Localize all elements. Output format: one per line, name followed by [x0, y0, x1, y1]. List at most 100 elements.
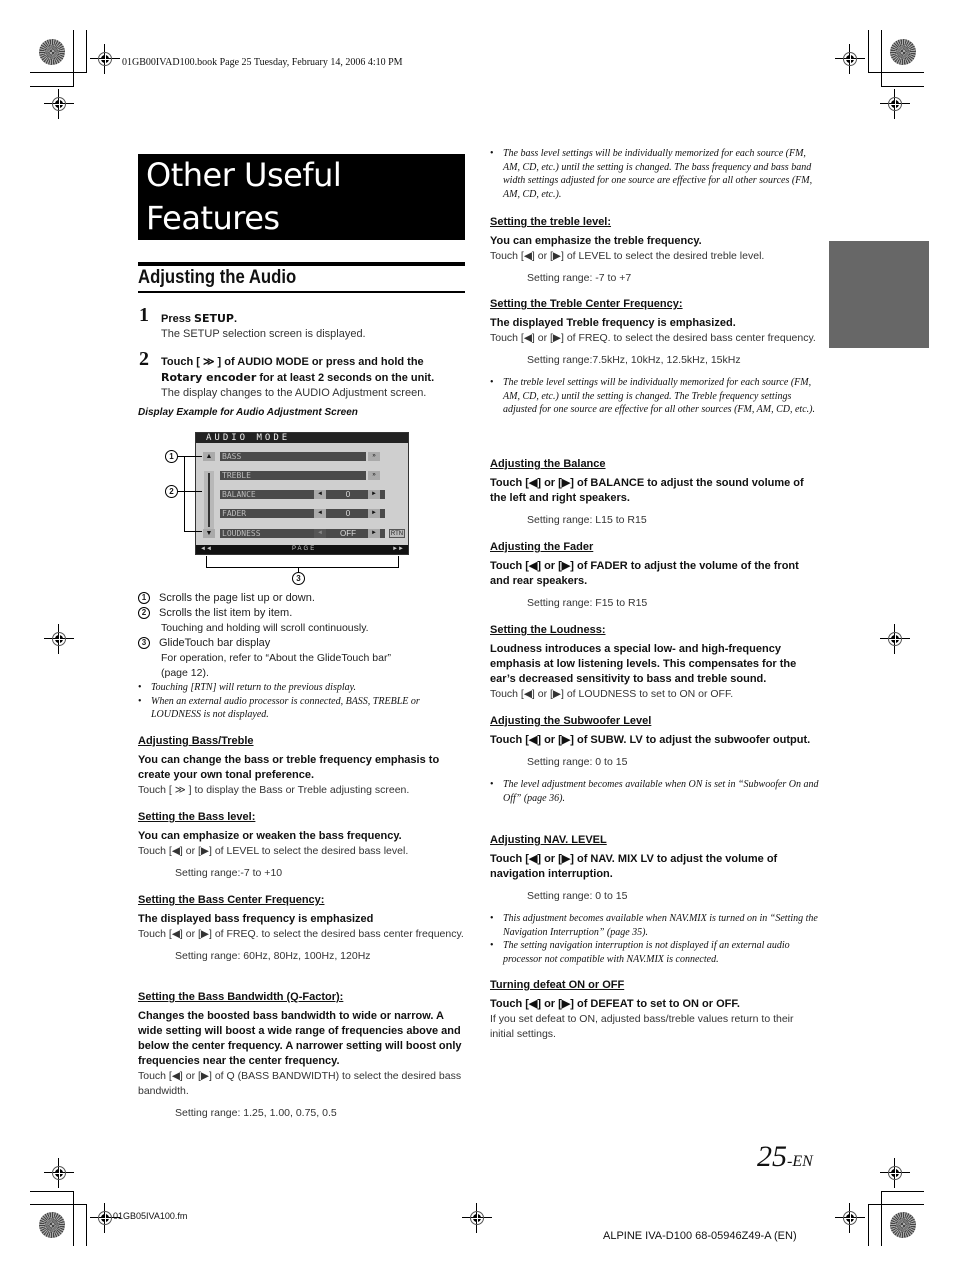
legend-item-2: 2 Scrolls the list item by item. Touching … — [138, 606, 369, 636]
section-fader: Adjusting the Fader Touch [◀] or [▶] of … — [490, 540, 820, 611]
section-body: Touch [◀] or [▶] of FREQ. to select the … — [138, 928, 464, 940]
section-lead: Loudness introduces a special low- and h… — [490, 643, 797, 685]
section-nav-level: Adjusting NAV. LEVEL Touch [◀] or [▶] of… — [490, 833, 820, 966]
rtn-button[interactable]: RTN — [389, 529, 405, 538]
legend-item-3: 3 GlideTouch bar display For operation, re… — [138, 636, 391, 681]
step-1: Press SETUP. The SETUP selection screen … — [161, 311, 366, 342]
crop-line — [86, 30, 87, 73]
page-label: PAGE — [292, 546, 317, 552]
book-header: 01GB00IVAD100.book Page 25 Tuesday, Febr… — [122, 57, 403, 68]
legend-text: Scrolls the page list up or down. — [159, 592, 315, 604]
treble-open-button[interactable]: » — [368, 471, 380, 480]
step-2-sub: The display changes to the AUDIO Adjustm… — [161, 387, 427, 399]
section-treble-level: Setting the treble level: You can emphas… — [490, 215, 820, 286]
crop-line — [881, 30, 882, 87]
loudness-left-button[interactable]: ◄ — [314, 529, 326, 538]
crop-line — [30, 1204, 86, 1205]
step-number: 1 — [139, 304, 149, 326]
page-down-button[interactable]: ▼ — [203, 529, 215, 538]
section-subwoofer-level: Adjusting the Subwoofer Level Touch [◀] … — [490, 714, 820, 805]
crop-line — [30, 72, 86, 73]
callout-line — [178, 456, 202, 457]
note-rtn: Touching [RTN] will return to the previo… — [138, 681, 468, 695]
crosshair-mark — [880, 1158, 910, 1188]
legend-number: 1 — [138, 592, 150, 605]
crop-line — [868, 72, 924, 73]
setting-range: Setting range:-7 to +10 — [175, 867, 283, 879]
step-2-line1: Touch [ ≫ ] of AUDIO MODE or press and h… — [161, 356, 424, 368]
section-heading: Setting the Loudness: — [490, 624, 606, 636]
callout-line — [206, 567, 399, 568]
section-heading: Setting the Bass Bandwidth (Q-Factor): — [138, 991, 344, 1003]
step-1-punct: . — [233, 313, 238, 325]
section-heading: Adjusting the Fader — [490, 541, 594, 553]
row-treble[interactable]: TREBLE — [220, 471, 366, 480]
section-defeat: Turning defeat ON or OFF Touch [◀] or [▶… — [490, 978, 820, 1042]
section-loudness: Setting the Loudness: Loudness introduce… — [490, 623, 820, 702]
section-lead: The displayed bass frequency is emphasiz… — [138, 913, 374, 925]
section-lead: Touch [◀] or [▶] of SUBW. LV to adjust t… — [490, 734, 811, 746]
section-lead: Touch [◀] or [▶] of DEFEAT to set to ON … — [490, 998, 740, 1010]
section-lead: Changes the boosted bass bandwidth to wi… — [138, 1010, 462, 1067]
row-bass[interactable]: BASS — [220, 452, 366, 461]
note-subwoofer: The level adjustment becomes available w… — [490, 778, 820, 805]
crosshair-mark — [880, 89, 910, 119]
section-body: Touch [◀] or [▶] of FREQ. to select the … — [490, 332, 816, 344]
section-bass-bandwidth: Setting the Bass Bandwidth (Q-Factor): C… — [138, 990, 468, 1121]
registration-starburst-bottom-left — [39, 1212, 65, 1238]
balance-right-button[interactable]: ► — [368, 490, 380, 499]
section-balance: Adjusting the Balance Touch [◀] or [▶] o… — [490, 457, 820, 528]
page-left-arrows: ◄◄ — [200, 546, 212, 552]
fader-right-button[interactable]: ► — [368, 509, 380, 518]
balance-value: 0 — [345, 490, 351, 499]
section-body: Touch [◀] or [▶] of Q (BASS BANDWIDTH) t… — [138, 1070, 462, 1097]
registration-starburst-top-right — [890, 39, 916, 65]
note-text: The bass level settings will be individu… — [490, 147, 820, 201]
step-2-line2: for at least 2 seconds on the unit. — [256, 372, 435, 384]
crop-line — [881, 1191, 882, 1246]
section-bass-center-frequency: Setting the Bass Center Frequency: The d… — [138, 893, 468, 964]
registration-starburst-top-left — [39, 39, 65, 65]
crosshair-mark — [462, 1203, 492, 1233]
section-heading: Adjusting the Balance — [490, 458, 606, 470]
model-footer: ALPINE IVA-D100 68-05946Z49-A (EN) — [603, 1230, 797, 1242]
step-number: 2 — [139, 348, 149, 370]
screen-title: AUDIO MODE — [196, 433, 408, 443]
section-lead: You can change the bass or treble freque… — [138, 754, 440, 781]
chapter-title-line1: Other Useful — [146, 156, 342, 194]
audio-mode-screen: AUDIO MODE ▲ ▼ BASS » TREBLE » BALANCE ◄… — [195, 432, 409, 555]
chapter-title: Other Useful Features — [138, 154, 465, 240]
step-1-sub: The SETUP selection screen is displayed. — [161, 328, 366, 340]
setting-range: Setting range: 0 to 15 — [527, 756, 628, 768]
section-treble-center-frequency: Setting the Treble Center Frequency: The… — [490, 297, 820, 417]
callout-line — [178, 491, 202, 492]
bass-open-button[interactable]: » — [368, 452, 380, 461]
item-scroll-bar[interactable] — [204, 471, 214, 529]
section-heading: Adjusting the Audio — [138, 262, 465, 293]
section-body: Touch [◀] or [▶] of LEVEL to select the … — [490, 250, 765, 262]
crop-line — [73, 30, 74, 87]
crosshair-mark — [880, 624, 910, 654]
callout-3: 3 — [292, 572, 305, 585]
setting-range: Setting range: F15 to R15 — [527, 597, 648, 609]
step-2: Touch [ ≫ ] of AUDIO MODE or press and h… — [161, 355, 434, 401]
crop-line — [868, 30, 869, 73]
crosshair-mark — [44, 89, 74, 119]
crop-line — [30, 1191, 73, 1192]
section-lead: The displayed Treble frequency is emphas… — [490, 317, 736, 329]
section-body: Touch [ ≫ ] to display the Bass or Trebl… — [138, 784, 410, 796]
section-heading: Turning defeat ON or OFF — [490, 979, 625, 991]
fm-footer: 01GB05IVA100.fm — [113, 1211, 188, 1221]
section-heading: Adjusting the Subwoofer Level — [490, 715, 652, 727]
loudness-right-button[interactable]: ► — [368, 529, 380, 538]
setting-range: Setting range: 1.25, 1.00, 0.75, 0.5 — [175, 1107, 337, 1119]
balance-left-button[interactable]: ◄ — [314, 490, 326, 499]
fader-left-button[interactable]: ◄ — [314, 509, 326, 518]
callout-line — [184, 456, 185, 532]
page-up-button[interactable]: ▲ — [203, 452, 215, 461]
legend-number: 2 — [138, 607, 150, 620]
note-nav-external: The setting navigation interruption is n… — [490, 939, 820, 966]
rotary-encoder-key: Rotary encoder — [161, 371, 257, 384]
glidetouch-bar[interactable]: ◄◄ PAGE ►► — [196, 545, 408, 554]
page-right-arrows: ►► — [392, 546, 404, 552]
